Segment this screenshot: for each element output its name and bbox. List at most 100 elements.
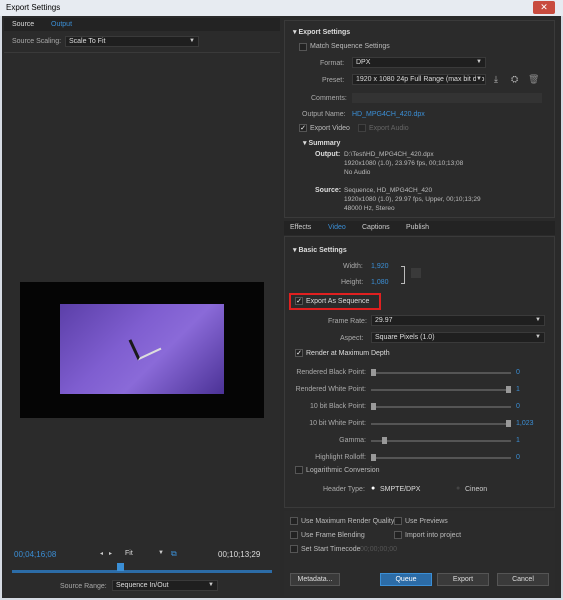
render-max-depth-checkbox[interactable]: ✓ (295, 349, 303, 357)
max-render-quality-checkbox[interactable] (290, 517, 298, 525)
slider-value[interactable]: 1,023 (516, 420, 534, 427)
out-point-icon[interactable]: ▸ (109, 550, 112, 557)
format-dropdown[interactable]: DPX ▼ (352, 57, 486, 68)
export-as-sequence-checkbox[interactable]: ✓ (295, 297, 303, 305)
source-scaling-dropdown[interactable]: Scale To Fit ▼ (65, 36, 199, 47)
chevron-down-icon: ▼ (208, 582, 214, 588)
source-range-dropdown[interactable]: Sequence In/Out ▼ (112, 580, 218, 591)
render-max-depth-label: Render at Maximum Depth (306, 350, 390, 357)
logarithmic-checkbox[interactable] (295, 466, 303, 474)
output-summary: D:\Test\HD_MPG4CH_420.dpx 1920x1080 (1.0… (344, 150, 463, 177)
playhead[interactable] (117, 563, 124, 571)
cancel-button[interactable]: Cancel (497, 573, 549, 586)
export-video-checkbox[interactable]: ✓ (299, 124, 307, 132)
slider-handle[interactable] (506, 420, 511, 427)
slider-track[interactable] (371, 403, 511, 410)
aspect-icon[interactable]: ⧉ (171, 549, 177, 559)
preset-value: 1920 x 1080 24p Full Range (max bit dep (356, 76, 485, 83)
video-image (60, 304, 224, 394)
preset-dropdown[interactable]: 1920 x 1080 24p Full Range (max bit dep ▼ (352, 74, 486, 85)
slider-handle[interactable] (382, 437, 387, 444)
import-project-checkbox[interactable] (394, 531, 402, 539)
close-button[interactable]: ✕ (533, 1, 555, 14)
slider-track[interactable] (371, 454, 511, 461)
slider-track[interactable] (371, 386, 511, 393)
basic-settings-title: Basic Settings (298, 247, 347, 254)
aspect-dropdown[interactable]: Square Pixels (1.0) ▼ (371, 332, 545, 343)
queue-button[interactable]: Queue (380, 573, 432, 586)
preview-panel: Source Output Source Scaling: Scale To F… (4, 18, 280, 596)
save-preset-icon[interactable]: ⤓ (494, 74, 498, 85)
slider-track[interactable] (371, 369, 511, 376)
divider (4, 52, 280, 53)
video-settings-panel: ▾ Basic Settings Width: 1,920 Height: 1,… (284, 236, 555, 508)
preset-label: Preset: (322, 77, 345, 84)
video-frame (20, 282, 264, 418)
slider-handle[interactable] (371, 454, 376, 461)
link-bracket (401, 266, 405, 284)
bottom-options: Use Maximum Render Quality Use Previews … (284, 511, 555, 596)
settings-tabs: Effects Video Captions Publish (284, 221, 555, 235)
slider-value[interactable]: 0 (516, 369, 520, 376)
output-name-label: Output Name: (302, 111, 346, 118)
tab-effects[interactable]: Effects (290, 224, 311, 231)
slider-handle[interactable] (371, 403, 376, 410)
cineon-label: Cineon (465, 486, 488, 493)
delete-preset-icon[interactable]: 🗑 (528, 74, 539, 85)
basic-settings-header[interactable]: ▾ Basic Settings (293, 246, 347, 254)
export-button[interactable]: Export (437, 573, 489, 586)
source-summary-label: Source: (315, 187, 342, 194)
output-name-link[interactable]: HD_MPG4CH_420.dpx (352, 111, 425, 118)
in-point-icon[interactable]: ◂ (100, 550, 103, 557)
match-sequence-checkbox[interactable] (299, 43, 307, 51)
smpte-label: SMPTE/DPX (380, 486, 421, 493)
aspect-value: Square Pixels (1.0) (375, 334, 435, 341)
export-settings-header[interactable]: ▾ Export Settings (293, 28, 350, 36)
slider-track[interactable] (371, 437, 511, 444)
export-audio-checkbox[interactable] (358, 124, 366, 132)
tab-captions[interactable]: Captions (362, 224, 390, 231)
slider-handle[interactable] (371, 369, 376, 376)
tab-output[interactable]: Output (51, 21, 72, 28)
slider-value[interactable]: 1 (516, 437, 520, 444)
tab-source[interactable]: Source (12, 21, 34, 28)
slider-track[interactable] (371, 420, 511, 427)
slider-value[interactable]: 0 (516, 403, 520, 410)
aspect-label: Aspect: (340, 335, 364, 342)
slider-value[interactable]: 1 (516, 386, 520, 393)
width-value[interactable]: 1,920 (371, 263, 389, 270)
fit-dropdown[interactable]: Fit (125, 550, 133, 557)
slider-value[interactable]: 0 (516, 454, 520, 461)
frame-rate-dropdown[interactable]: 29.97 ▼ (371, 315, 545, 326)
logarithmic-label: Logarithmic Conversion (306, 467, 380, 474)
comments-input[interactable] (352, 93, 542, 103)
radio-cineon[interactable]: ● (456, 485, 460, 492)
timecode-in: 00;04;16;08 (14, 550, 57, 559)
export-audio-label: Export Audio (369, 125, 409, 132)
source-scaling-label: Source Scaling: (12, 38, 62, 45)
match-sequence-label: Match Sequence Settings (310, 43, 390, 50)
tab-video[interactable]: Video (328, 224, 346, 231)
frame-rate-value: 29.97 (375, 317, 393, 324)
use-previews-checkbox[interactable] (394, 517, 402, 525)
source-format: 1920x1080 (1.0), 29.97 fps, Upper, 00;10… (344, 196, 481, 203)
start-timecode-label: Set Start Timecode (301, 546, 361, 553)
output-format: 1920x1080 (1.0), 23.976 fps, 00;10;13;08 (344, 160, 464, 167)
tab-publish[interactable]: Publish (406, 224, 429, 231)
timeline-bar[interactable] (12, 570, 272, 573)
chevron-down-icon: ▼ (535, 317, 541, 323)
frame-blending-checkbox[interactable] (290, 531, 298, 539)
summary-header[interactable]: ▾ Summary (303, 139, 340, 147)
import-preset-icon[interactable]: ⛭ (511, 74, 518, 85)
source-audio: 48000 Hz, Stereo (344, 205, 395, 212)
timecode-out: 00;10;13;29 (218, 550, 261, 559)
start-timecode-checkbox[interactable] (290, 545, 298, 553)
metadata-button[interactable]: Metadata... (290, 573, 340, 586)
radio-smpte[interactable]: ● (371, 485, 375, 492)
source-summary: Sequence, HD_MPG4CH_420 1920x1080 (1.0),… (344, 186, 481, 213)
slider-handle[interactable] (506, 386, 511, 393)
link-icon[interactable] (411, 268, 421, 278)
slider-label: Rendered White Point: (295, 386, 366, 393)
height-value[interactable]: 1,080 (371, 279, 389, 286)
figure-shape (128, 329, 162, 361)
